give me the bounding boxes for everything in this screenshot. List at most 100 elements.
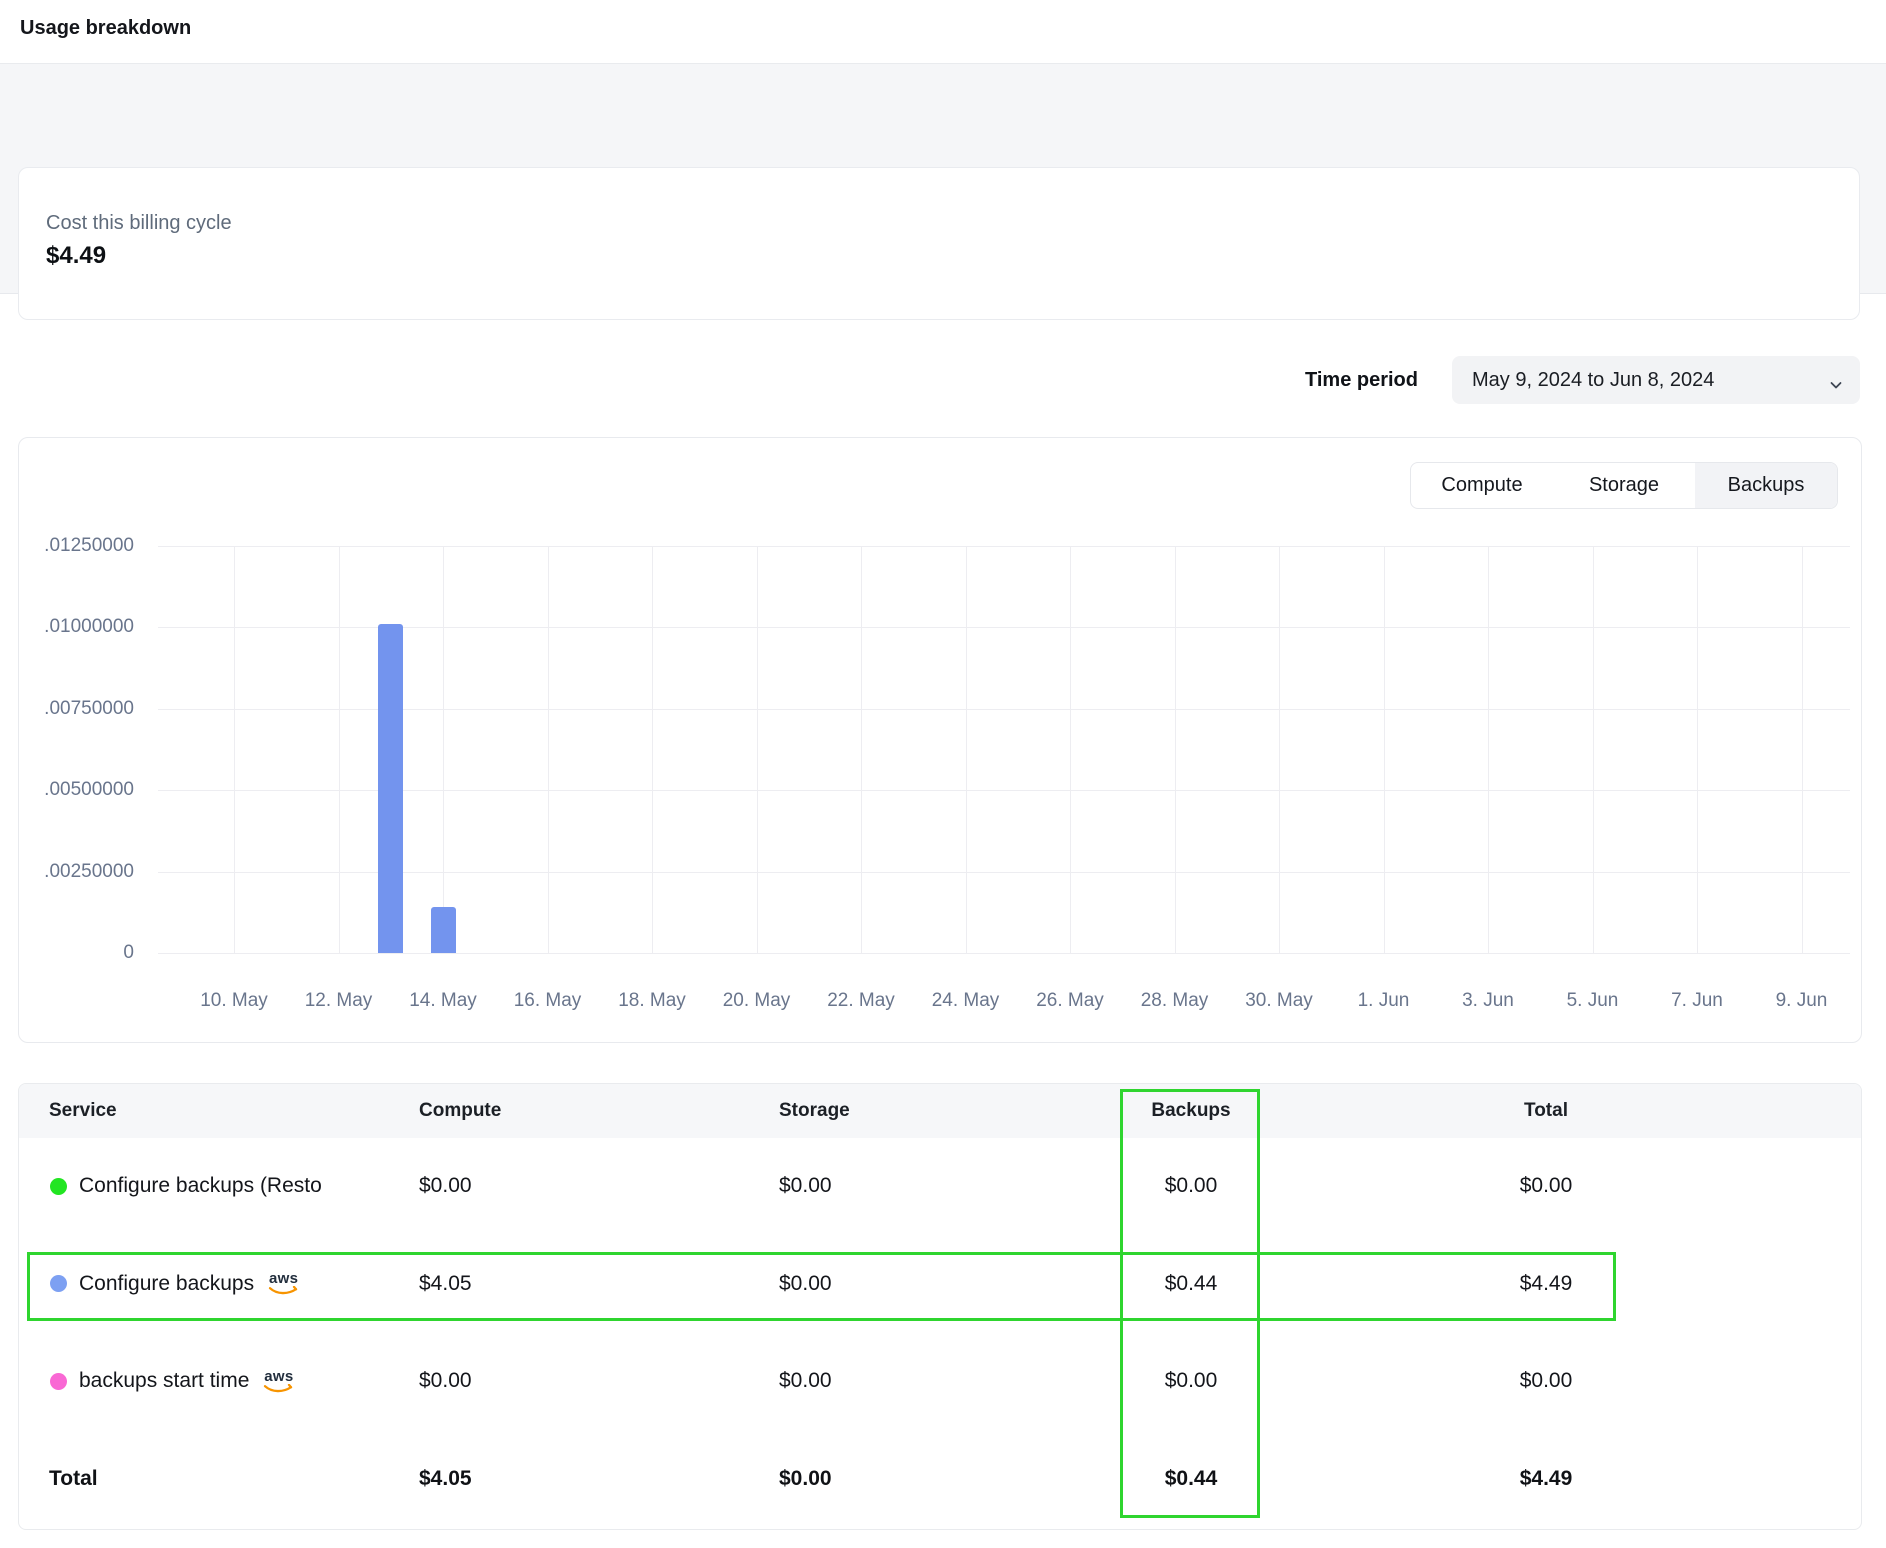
aws-logo-text: aws	[264, 1369, 293, 1384]
usage-bar-14-May[interactable]	[431, 907, 456, 953]
x-axis-tick-label: 5. Jun	[1567, 990, 1619, 1012]
gridline-vertical	[1593, 546, 1594, 953]
aws-logo-text: aws	[269, 1271, 298, 1286]
gridline-vertical	[861, 546, 862, 953]
time-period-select[interactable]: May 9, 2024 to Jun 8, 2024	[1452, 356, 1860, 404]
cost-card: Cost this billing cycle $4.49	[18, 167, 1860, 320]
page-title: Usage breakdown	[20, 17, 191, 40]
gridline-vertical	[757, 546, 758, 953]
total-backups-value: $0.44	[1121, 1467, 1261, 1491]
up-down-chevron-icon	[1828, 369, 1844, 391]
x-axis-tick-label: 14. May	[409, 990, 477, 1012]
x-axis-tick-label: 9. Jun	[1776, 990, 1828, 1012]
x-axis-tick-label: 16. May	[514, 990, 582, 1012]
compute-value: $0.00	[419, 1174, 779, 1198]
x-axis-tick-label: 30. May	[1245, 990, 1313, 1012]
gridline-vertical	[548, 546, 549, 953]
column-header-total: Total	[1476, 1100, 1616, 1122]
bar-chart-plot-area: 10. May12. May14. May16. May18. May20. M…	[158, 546, 1850, 953]
service-color-dot	[50, 1275, 67, 1292]
x-axis-tick-label: 24. May	[932, 990, 1000, 1012]
column-header-storage: Storage	[779, 1100, 1121, 1122]
total-total-value: $4.49	[1476, 1467, 1616, 1491]
gridline-vertical	[339, 546, 340, 953]
storage-value: $0.00	[779, 1272, 1121, 1296]
gridline-vertical	[1802, 546, 1803, 953]
y-axis-tick-label: .00750000	[44, 698, 134, 720]
gridline-vertical	[652, 546, 653, 953]
storage-value: $0.00	[779, 1369, 1121, 1393]
usage-table: ServiceComputeStorageBackups Total Configu…	[18, 1083, 1862, 1530]
x-axis-tick-label: 3. Jun	[1462, 990, 1514, 1012]
backups-value: $0.00	[1121, 1369, 1261, 1393]
gridline-horizontal	[158, 790, 1850, 791]
x-axis-tick-label: 1. Jun	[1358, 990, 1410, 1012]
aws-logo-icon: aws	[263, 1369, 294, 1394]
backups-value: $0.44	[1121, 1272, 1261, 1296]
gridline-vertical	[1175, 546, 1176, 953]
y-axis-tick-label: .01250000	[44, 535, 134, 557]
chart-category-tabs: ComputeStorageBackups	[1410, 462, 1838, 509]
y-axis-tick-label: .00500000	[44, 779, 134, 801]
total-value: $0.00	[1476, 1174, 1616, 1198]
gridline-vertical	[1279, 546, 1280, 953]
tab-backups[interactable]: Backups	[1695, 463, 1837, 508]
y-axis-tick-label: .00250000	[44, 861, 134, 883]
gridline-horizontal	[158, 953, 1850, 954]
x-axis-tick-label: 26. May	[1036, 990, 1104, 1012]
total-value: $0.00	[1476, 1369, 1616, 1393]
usage-chart-panel: ComputeStorageBackups 10. May12. May14. …	[18, 437, 1862, 1043]
y-axis-tick-label: 0	[123, 942, 134, 964]
usage-bar-13-May[interactable]	[378, 624, 403, 953]
time-period-value: May 9, 2024 to Jun 8, 2024	[1472, 369, 1828, 392]
table-row: backups start timeaws$0.00$0.00$0.00$0.0…	[19, 1333, 1861, 1429]
gridline-vertical	[966, 546, 967, 953]
table-total-row: Total$4.05$0.00$0.44 $4.49	[19, 1429, 1861, 1529]
x-axis-tick-label: 28. May	[1141, 990, 1209, 1012]
column-header-backups: Backups	[1121, 1100, 1261, 1122]
gridline-vertical	[1488, 546, 1489, 953]
gridline-horizontal	[158, 627, 1850, 628]
storage-value: $0.00	[779, 1174, 1121, 1198]
x-axis-tick-label: 18. May	[618, 990, 686, 1012]
tab-compute[interactable]: Compute	[1411, 463, 1553, 508]
table-row: Configure backups (Resto$0.00$0.00$0.00$…	[19, 1138, 1861, 1234]
summary-band: Cost this billing cycle $4.49	[0, 63, 1886, 294]
gridline-vertical	[1697, 546, 1698, 953]
aws-logo-icon: aws	[268, 1271, 299, 1296]
service-name: backups start time	[79, 1369, 249, 1393]
table-header-row: ServiceComputeStorageBackups Total	[19, 1084, 1861, 1138]
service-color-dot	[50, 1373, 67, 1390]
x-axis-tick-label: 10. May	[200, 990, 268, 1012]
time-period-label: Time period	[1305, 369, 1418, 392]
column-header-service: Service	[19, 1100, 419, 1122]
service-cell: backups start time aws	[19, 1369, 419, 1394]
total-storage-value: $0.00	[779, 1467, 1121, 1491]
x-axis-tick-label: 20. May	[723, 990, 791, 1012]
x-axis-tick-label: 12. May	[305, 990, 373, 1012]
gridline-vertical	[1070, 546, 1071, 953]
x-axis-tick-label: 7. Jun	[1671, 990, 1723, 1012]
total-compute-value: $4.05	[419, 1467, 779, 1491]
y-axis-tick-label: .01000000	[44, 616, 134, 638]
total-label: Total	[19, 1467, 419, 1491]
gridline-vertical	[1384, 546, 1385, 953]
backups-value: $0.00	[1121, 1174, 1261, 1198]
service-name: Configure backups (Resto	[79, 1174, 322, 1198]
gridline-vertical	[443, 546, 444, 953]
tab-storage[interactable]: Storage	[1553, 463, 1695, 508]
service-cell: Configure backups aws	[19, 1271, 419, 1296]
table-row: Configure backups aws $4.05$0.00$0.44 $4.49	[19, 1234, 1861, 1333]
service-name: Configure backups	[79, 1272, 254, 1296]
cost-card-value: $4.49	[46, 242, 1859, 270]
column-header-compute: Compute	[419, 1100, 779, 1122]
gridline-horizontal	[158, 872, 1850, 873]
service-cell: Configure backups (Resto	[19, 1174, 419, 1198]
total-value: $4.49	[1476, 1272, 1616, 1296]
compute-value: $4.05	[419, 1272, 779, 1296]
gridline-horizontal	[158, 709, 1850, 710]
compute-value: $0.00	[419, 1369, 779, 1393]
service-color-dot	[50, 1178, 67, 1195]
gridline-vertical	[234, 546, 235, 953]
cost-card-label: Cost this billing cycle	[46, 212, 1859, 235]
